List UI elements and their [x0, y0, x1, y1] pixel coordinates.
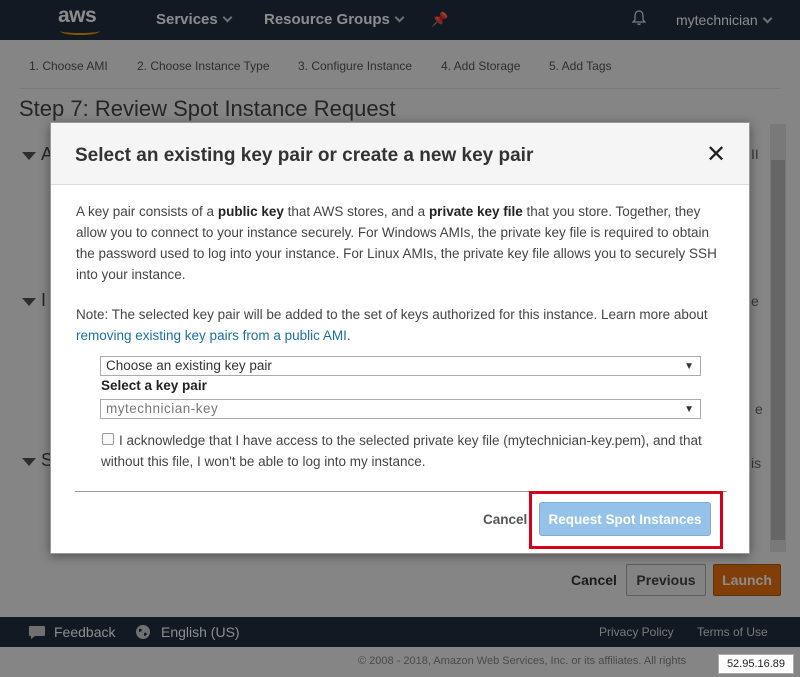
description-text: that AWS stores, and a: [283, 204, 429, 219]
key-pair-dialog: Select an existing key pair or create a …: [50, 122, 750, 554]
key-pair-note: Note: The selected key pair will be adde…: [76, 304, 726, 346]
dialog-title: Select an existing key pair or create a …: [75, 145, 534, 166]
ip-badge: 52.95.16.89: [718, 654, 794, 674]
close-icon[interactable]: ✕: [706, 143, 726, 167]
note-end: .: [346, 328, 351, 343]
selected-option: Choose an existing key pair: [106, 358, 272, 373]
select-key-pair-label: Select a key pair: [101, 378, 207, 393]
removing-key-pairs-link[interactable]: removing existing key pairs from a publi…: [76, 328, 347, 343]
dialog-cancel-button[interactable]: Cancel: [483, 512, 527, 527]
highlight-annotation: [529, 491, 723, 549]
dropdown-arrow-icon: ▼: [684, 361, 694, 372]
public-key-term: public key: [217, 204, 284, 219]
note-text: Note: The selected key pair will be adde…: [76, 307, 708, 322]
description-text: A key pair consists of a: [76, 204, 218, 219]
private-key-term: private key file: [428, 204, 523, 219]
acknowledge-checkbox[interactable]: [102, 433, 114, 445]
key-pair-select[interactable]: mytechnician-key ▼: [100, 399, 701, 419]
acknowledge-text: I acknowledge that I have access to the …: [101, 433, 702, 469]
dialog-header: Select an existing key pair or create a …: [51, 123, 749, 185]
key-pair-option-select[interactable]: Choose an existing key pair ▼: [100, 356, 701, 376]
dropdown-arrow-icon: ▼: [684, 404, 694, 415]
key-pair-description: A key pair consists of a public key that…: [76, 201, 726, 285]
selected-key-pair: mytechnician-key: [106, 401, 219, 416]
